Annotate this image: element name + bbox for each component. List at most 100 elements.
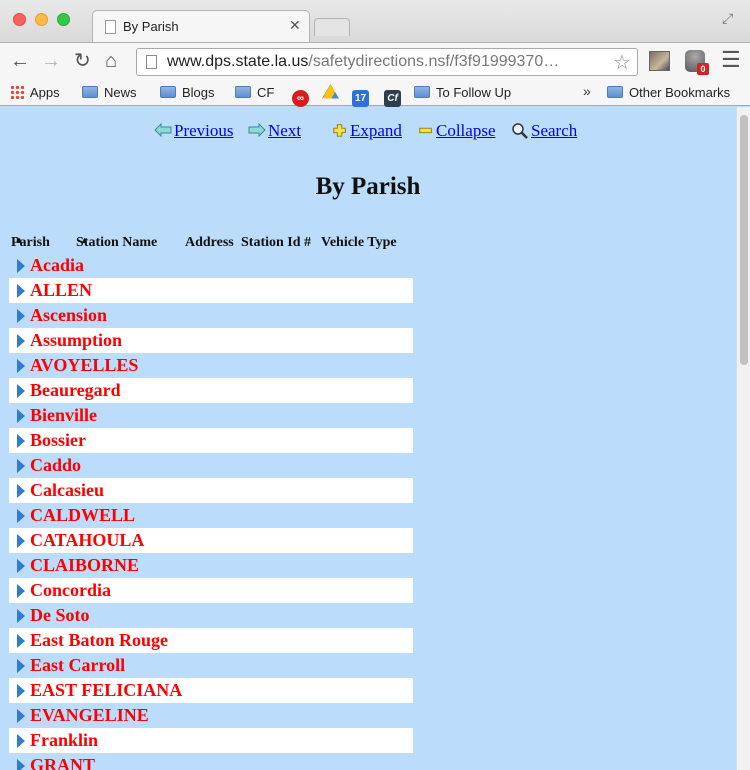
parish-category-link[interactable]: Acadia bbox=[30, 255, 84, 276]
bookmark-news[interactable]: News bbox=[82, 84, 137, 102]
parish-row: EAST FELICIANA bbox=[9, 678, 413, 703]
parish-category-link[interactable]: De Soto bbox=[30, 605, 90, 626]
bookmark-to-follow-up[interactable]: To Follow Up bbox=[414, 84, 511, 102]
bookmark-adobe[interactable]: ∞ bbox=[292, 84, 309, 107]
next-link[interactable]: Next bbox=[268, 121, 301, 140]
bookmark-drive[interactable] bbox=[322, 84, 339, 102]
parish-category-link[interactable]: Beauregard bbox=[30, 380, 121, 401]
parish-category-link[interactable]: CLAIBORNE bbox=[30, 555, 139, 576]
parish-category-link[interactable]: CATAHOULA bbox=[30, 530, 144, 551]
parish-category-link[interactable]: Franklin bbox=[30, 730, 98, 751]
collapse-action[interactable]: Collapse bbox=[418, 121, 496, 141]
parish-category-link[interactable]: EVANGELINE bbox=[30, 705, 149, 726]
expand-triangle-icon[interactable] bbox=[17, 684, 25, 698]
reload-button[interactable]: ↻ bbox=[74, 49, 91, 73]
parish-row: Caddo bbox=[9, 453, 413, 478]
bookmarks-overflow-chevron[interactable]: » bbox=[583, 83, 591, 99]
bookmark-label: To Follow Up bbox=[436, 85, 512, 100]
search-action[interactable]: Search bbox=[511, 121, 577, 141]
previous-link[interactable]: Previous bbox=[174, 121, 234, 140]
minimize-window-button[interactable] bbox=[35, 13, 48, 26]
expand-triangle-icon[interactable] bbox=[17, 334, 25, 348]
expand-triangle-icon[interactable] bbox=[17, 484, 25, 498]
parish-category-link[interactable]: CALDWELL bbox=[30, 505, 135, 526]
parish-category-link[interactable]: ALLEN bbox=[30, 280, 92, 301]
back-button[interactable]: ← bbox=[10, 49, 30, 73]
expand-triangle-icon[interactable] bbox=[17, 509, 25, 523]
next-arrow-icon bbox=[248, 123, 266, 137]
url-host: www.dps.state.la.us bbox=[167, 53, 309, 70]
expand-triangle-icon[interactable] bbox=[17, 734, 25, 748]
bookmark-other[interactable]: Other Bookmarks bbox=[607, 84, 730, 102]
next-action[interactable]: Next bbox=[248, 121, 301, 141]
parish-row: East Baton Rouge bbox=[9, 628, 413, 653]
expand-triangle-icon[interactable] bbox=[17, 559, 25, 573]
parish-category-link[interactable]: Bossier bbox=[30, 430, 86, 451]
address-bar[interactable]: www.dps.state.la.us/safetydirections.nsf… bbox=[136, 48, 638, 76]
collapse-link[interactable]: Collapse bbox=[436, 121, 496, 140]
expand-link[interactable]: Expand bbox=[350, 121, 402, 140]
expand-triangle-icon[interactable] bbox=[17, 259, 25, 273]
expand-triangle-icon[interactable] bbox=[17, 384, 25, 398]
parish-category-link[interactable]: EAST FELICIANA bbox=[30, 680, 182, 701]
scrollbar-thumb[interactable] bbox=[740, 115, 748, 365]
parish-category-link[interactable]: Ascension bbox=[30, 305, 107, 326]
adobe-cc-icon: ∞ bbox=[292, 90, 309, 107]
expand-triangle-icon[interactable] bbox=[17, 409, 25, 423]
parish-list: Acadia ALLEN Ascension Assumption AVOYELLES B… bbox=[9, 253, 413, 770]
bookmark-calendar[interactable]: 17 bbox=[352, 84, 369, 107]
browser-menu-icon[interactable]: ☰ bbox=[721, 47, 741, 73]
close-window-button[interactable] bbox=[13, 13, 26, 26]
forward-button[interactable]: → bbox=[41, 49, 61, 73]
bookmark-label: CF bbox=[257, 85, 275, 100]
expand-triangle-icon[interactable] bbox=[17, 584, 25, 598]
calendar-icon: 17 bbox=[352, 90, 369, 107]
bookmark-blogs[interactable]: Blogs bbox=[160, 84, 215, 102]
expand-action[interactable]: Expand bbox=[332, 121, 402, 141]
bookmarks-bar: Apps News Blogs CF ∞ 17 Cf To Follow Up … bbox=[0, 80, 750, 107]
bookmark-star-icon[interactable]: ☆ bbox=[613, 50, 631, 75]
expand-triangle-icon[interactable] bbox=[17, 534, 25, 548]
new-tab-button[interactable] bbox=[314, 18, 350, 36]
bookmark-cf-app[interactable]: Cf bbox=[384, 84, 401, 107]
expand-triangle-icon[interactable] bbox=[17, 609, 25, 623]
previous-action[interactable]: Previous bbox=[154, 121, 234, 141]
expand-triangle-icon[interactable] bbox=[17, 359, 25, 373]
extension-photo-icon[interactable] bbox=[649, 51, 670, 71]
search-icon bbox=[512, 123, 528, 139]
home-button[interactable]: ⌂ bbox=[105, 49, 117, 73]
parish-category-link[interactable]: Concordia bbox=[30, 580, 111, 601]
expand-triangle-icon[interactable] bbox=[17, 309, 25, 323]
parish-category-link[interactable]: East Baton Rouge bbox=[30, 630, 168, 651]
expand-triangle-icon[interactable] bbox=[17, 284, 25, 298]
parish-category-link[interactable]: Caddo bbox=[30, 455, 81, 476]
close-tab-icon[interactable]: ✕ bbox=[289, 17, 301, 34]
parish-row: Assumption bbox=[9, 328, 413, 353]
expand-triangle-icon[interactable] bbox=[17, 634, 25, 648]
url-text[interactable]: www.dps.state.la.us/safetydirections.nsf… bbox=[167, 53, 613, 71]
parish-category-link[interactable]: GRANT bbox=[30, 755, 95, 770]
expand-triangle-icon[interactable] bbox=[17, 709, 25, 723]
parish-row: EVANGELINE bbox=[9, 703, 413, 728]
sort-ascending-icon[interactable]: ▲ bbox=[15, 235, 24, 245]
parish-category-link[interactable]: Bienville bbox=[30, 405, 97, 426]
sort-ascending-icon[interactable]: ▲ bbox=[80, 235, 89, 245]
expand-triangle-icon[interactable] bbox=[17, 759, 25, 770]
vertical-scrollbar[interactable] bbox=[736, 107, 750, 770]
expand-triangle-icon[interactable] bbox=[17, 659, 25, 673]
expand-triangle-icon[interactable] bbox=[17, 459, 25, 473]
bookmark-cf[interactable]: CF bbox=[235, 84, 274, 102]
fullscreen-icon[interactable]: ⤢ bbox=[722, 10, 733, 27]
parish-category-link[interactable]: Calcasieu bbox=[30, 480, 104, 501]
bookmark-apps[interactable]: Apps bbox=[10, 84, 60, 102]
expand-triangle-icon[interactable] bbox=[17, 434, 25, 448]
parish-category-link[interactable]: Assumption bbox=[30, 330, 122, 351]
browser-tab[interactable]: By Parish ✕ bbox=[92, 10, 310, 43]
parish-category-link[interactable]: East Carroll bbox=[30, 655, 125, 676]
parish-row: De Soto bbox=[9, 603, 413, 628]
search-link[interactable]: Search bbox=[531, 121, 577, 140]
bookmark-label: News bbox=[104, 85, 137, 100]
parish-category-link[interactable]: AVOYELLES bbox=[30, 355, 138, 376]
zoom-window-button[interactable] bbox=[57, 13, 70, 26]
minus-icon bbox=[419, 127, 432, 134]
